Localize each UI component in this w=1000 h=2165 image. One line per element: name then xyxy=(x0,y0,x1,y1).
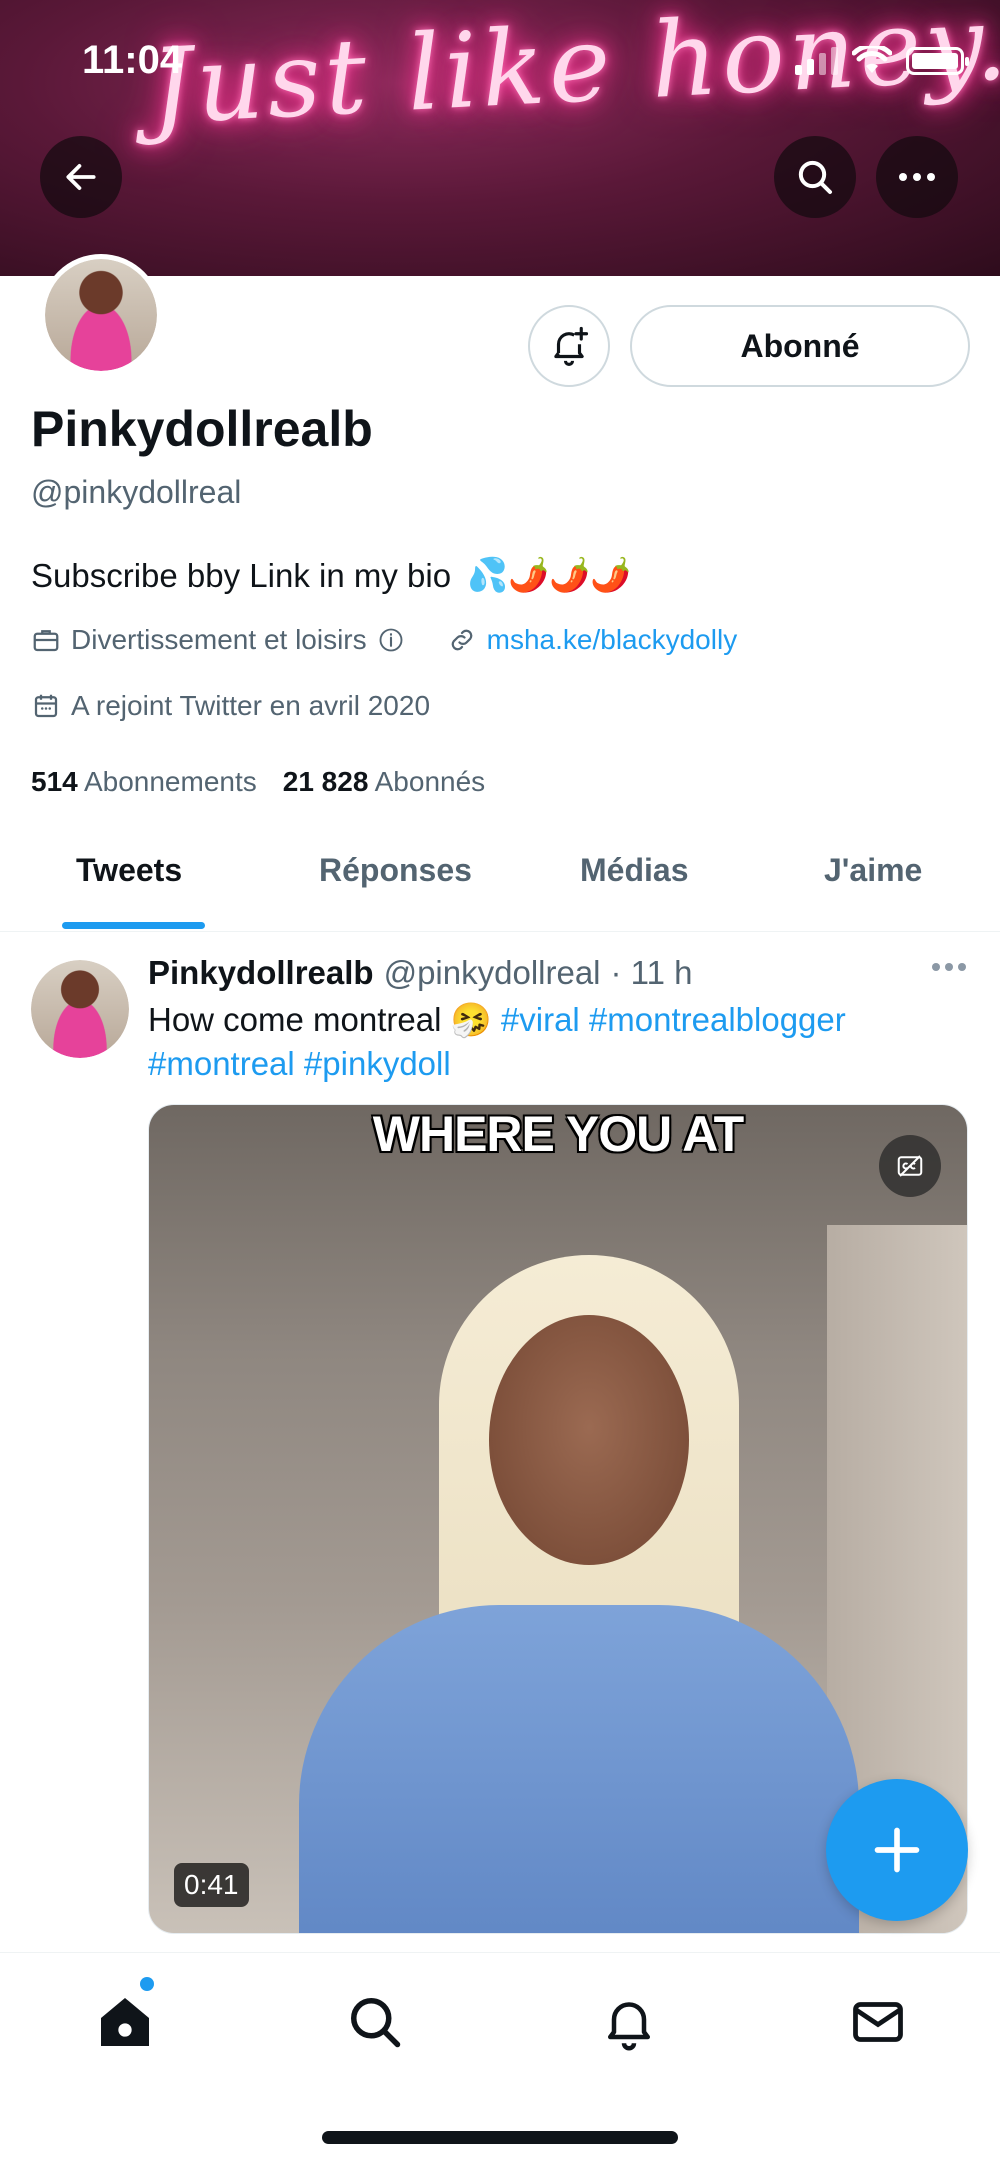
signal-icon xyxy=(795,47,838,75)
arrow-left-icon xyxy=(66,164,96,190)
calendar-icon xyxy=(34,694,58,718)
tweet-author-name[interactable]: Pinkydollrealb xyxy=(148,954,374,992)
home-indicator xyxy=(322,2131,678,2144)
tweet-body: How come montreal xyxy=(148,1001,442,1038)
following-count: 514 xyxy=(31,766,78,797)
back-button[interactable] xyxy=(40,136,122,218)
mail-icon xyxy=(853,2002,903,2042)
home-notification-dot xyxy=(140,1977,154,1991)
following-label: Abonnements xyxy=(83,766,257,797)
video-duration: 0:41 xyxy=(174,1863,249,1907)
active-tab-indicator xyxy=(62,922,205,929)
notify-button[interactable] xyxy=(528,305,610,387)
profile-counts: 514 Abonnements 21 828 Abonnés xyxy=(31,766,485,798)
more-horizontal-icon xyxy=(899,173,935,181)
tab-tweets[interactable]: Tweets xyxy=(76,852,182,889)
home-icon xyxy=(101,1998,149,2046)
hashtag-viral[interactable]: #viral xyxy=(501,1001,580,1038)
profile-link[interactable]: msha.ke/blackydolly xyxy=(487,624,738,656)
bio-text: Subscribe bby Link in my bio xyxy=(31,556,452,594)
bell-icon xyxy=(608,2002,650,2051)
followers-count: 21 828 xyxy=(282,766,369,797)
battery-icon xyxy=(906,47,969,75)
bottom-navigation xyxy=(0,1952,1000,2165)
profile-tabs: Tweets Réponses Médias J'aime xyxy=(0,820,1000,932)
profile-category: Divertissement et loisirs xyxy=(71,624,367,655)
profile-handle: @pinkydollreal xyxy=(31,474,242,510)
status-time: 11:04 xyxy=(82,38,183,82)
hashtag-montreal[interactable]: #montreal xyxy=(148,1045,295,1082)
hashtag-montrealblogger[interactable]: #montrealblogger xyxy=(589,1001,846,1038)
search-button[interactable] xyxy=(774,136,856,218)
captions-button[interactable] xyxy=(879,1135,941,1197)
tweet-time: · 11 h xyxy=(610,954,693,991)
tweet-more-icon[interactable] xyxy=(932,963,966,971)
profile-meta-row: Divertissement et loisirs msha.ke/blacky… xyxy=(31,624,737,656)
profile-bio: Subscribe bby Link in my bio 💦🌶️🌶️🌶️ xyxy=(31,556,631,595)
more-button[interactable] xyxy=(876,136,958,218)
profile-avatar[interactable] xyxy=(40,254,162,376)
tweet-emoji: 🤧 xyxy=(450,1001,492,1038)
briefcase-icon xyxy=(33,630,59,652)
profile-banner[interactable]: Just like honey...x 11:04 xyxy=(0,0,1000,276)
info-icon[interactable] xyxy=(377,626,405,654)
search-icon xyxy=(351,1998,401,2048)
nav-messages[interactable] xyxy=(843,1987,913,2057)
bell-plus-icon xyxy=(554,326,589,366)
nav-notifications[interactable] xyxy=(594,1987,664,2057)
compose-tweet-button[interactable] xyxy=(826,1779,968,1921)
captions-off-icon xyxy=(897,1155,923,1177)
status-icons xyxy=(795,46,969,76)
wifi-icon xyxy=(852,46,892,73)
hashtag-pinkydoll[interactable]: #pinkydoll xyxy=(304,1045,451,1082)
tab-replies[interactable]: Réponses xyxy=(319,852,472,889)
plus-icon xyxy=(874,1827,920,1873)
profile-joined: A rejoint Twitter en avril 2020 xyxy=(71,690,431,721)
nav-home[interactable] xyxy=(90,1987,160,2057)
video-caption: WHERE YOU AT xyxy=(372,1106,744,1162)
link-icon xyxy=(451,629,472,651)
following-count-link[interactable]: 514 Abonnements xyxy=(31,766,257,798)
nav-search[interactable] xyxy=(340,1987,410,2057)
profile-display-name: Pinkydollrealb xyxy=(31,401,373,457)
tweet-text: How come montreal 🤧 #viral #montrealblog… xyxy=(148,998,968,1086)
tab-media[interactable]: Médias xyxy=(580,852,688,889)
followers-label: Abonnés xyxy=(374,766,486,797)
followers-count-link[interactable]: 21 828 Abonnés xyxy=(283,766,485,798)
profile-joined-row: A rejoint Twitter en avril 2020 xyxy=(31,690,430,722)
search-icon xyxy=(798,160,832,194)
tweet-header: Pinkydollrealb @pinkydollreal · 11 h xyxy=(148,954,692,992)
following-button[interactable]: Abonné xyxy=(630,305,970,387)
tab-likes[interactable]: J'aime xyxy=(824,852,922,889)
tweet-author-handle: @pinkydollreal xyxy=(383,954,601,991)
bio-emojis: 💦🌶️🌶️🌶️ xyxy=(467,556,632,593)
tweet-avatar[interactable] xyxy=(31,960,129,1058)
